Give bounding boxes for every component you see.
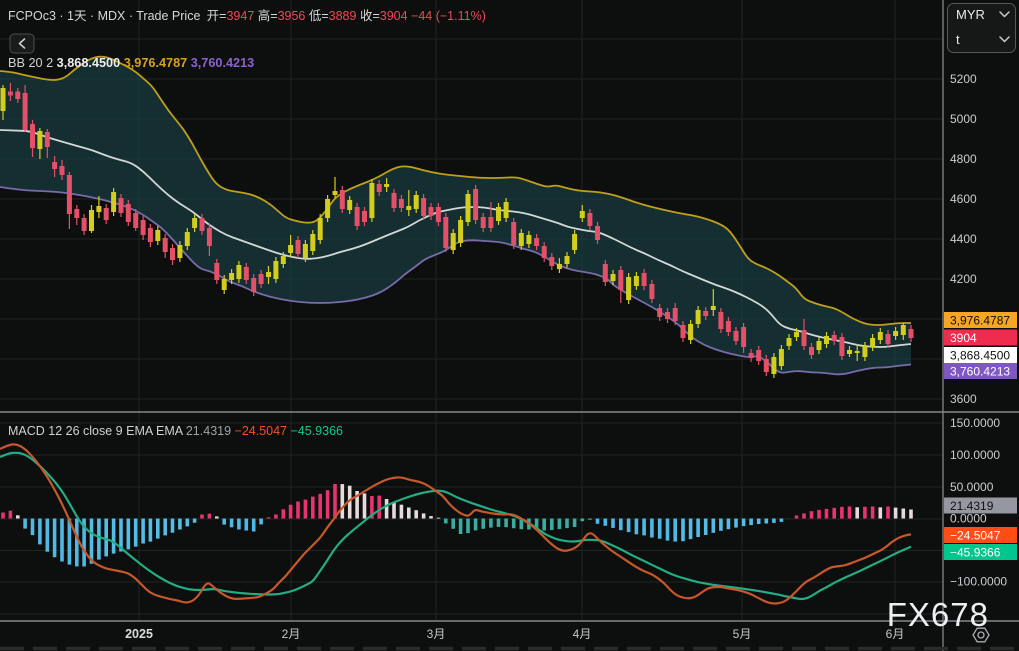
svg-text:4400: 4400 — [950, 232, 977, 246]
svg-text:t: t — [956, 32, 960, 47]
svg-text:FCPOc3 · 1天 · MDX · Trade Pric: FCPOc3 · 1天 · MDX · Trade Price 开=3947 高… — [8, 8, 486, 23]
svg-text:−45.9366: −45.9366 — [950, 546, 1001, 560]
svg-text:2025: 2025 — [125, 627, 153, 641]
svg-text:150.0000: 150.0000 — [950, 416, 1000, 430]
svg-text:FX678: FX678 — [887, 596, 989, 633]
svg-text:BB 20 2 3,868.4500 3,976.4787: BB 20 2 3,868.4500 3,976.4787 3,760.4213 — [8, 56, 254, 70]
svg-text:100.0000: 100.0000 — [950, 448, 1000, 462]
svg-text:4200: 4200 — [950, 272, 977, 286]
svg-text:4800: 4800 — [950, 152, 977, 166]
svg-text:5月: 5月 — [733, 627, 752, 641]
svg-text:3月: 3月 — [427, 627, 446, 641]
svg-text:4600: 4600 — [950, 192, 977, 206]
svg-text:5000: 5000 — [950, 112, 977, 126]
svg-text:50.0000: 50.0000 — [950, 480, 994, 494]
svg-text:3904: 3904 — [950, 331, 977, 345]
svg-text:4月: 4月 — [573, 627, 592, 641]
svg-text:3,868.4500: 3,868.4500 — [950, 349, 1010, 363]
svg-text:2月: 2月 — [282, 627, 301, 641]
svg-text:3,760.4213: 3,760.4213 — [950, 365, 1010, 379]
svg-text:MYR: MYR — [956, 7, 985, 22]
svg-text:0.0000: 0.0000 — [950, 512, 987, 526]
svg-text:21.4319: 21.4319 — [950, 499, 994, 513]
svg-text:3,976.4787: 3,976.4787 — [950, 314, 1010, 328]
svg-text:−100.0000: −100.0000 — [950, 575, 1007, 589]
svg-text:5200: 5200 — [950, 72, 977, 86]
svg-text:MACD 12 26 close 9 EMA EMA 21.: MACD 12 26 close 9 EMA EMA 21.4319 −24.5… — [8, 424, 343, 438]
svg-text:−24.5047: −24.5047 — [950, 529, 1001, 543]
svg-text:3600: 3600 — [950, 392, 977, 406]
